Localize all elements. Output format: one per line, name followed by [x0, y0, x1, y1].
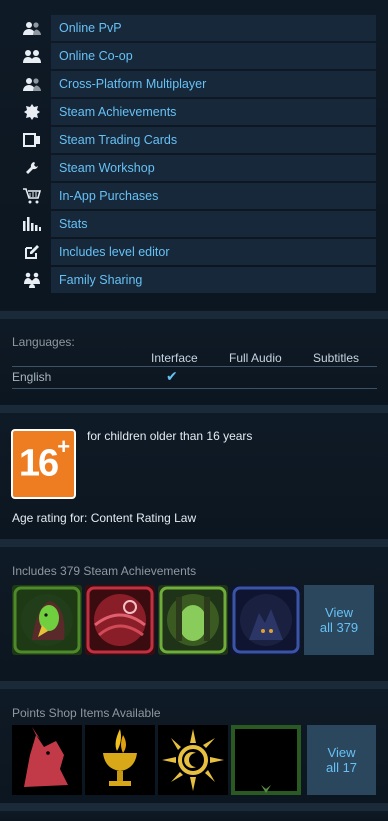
divider — [12, 388, 377, 389]
view-label: View — [325, 605, 353, 620]
feature-label: Includes level editor — [51, 239, 376, 265]
feature-cross-platform[interactable]: Cross-Platform Multiplayer — [13, 71, 376, 97]
feature-label: Cross-Platform Multiplayer — [51, 71, 376, 97]
column-subtitles: Subtitles — [313, 351, 360, 365]
feature-trading-cards[interactable]: Steam Trading Cards — [13, 127, 376, 153]
points-shop-title: Points Shop Items Available — [12, 706, 161, 720]
users-icon — [13, 15, 50, 41]
family-icon — [13, 267, 50, 293]
languages-title: Languages: — [12, 335, 75, 349]
points-item-frame[interactable] — [231, 725, 301, 795]
feature-level-editor[interactable]: Includes level editor — [13, 239, 376, 265]
section-divider — [0, 311, 388, 319]
rating-number: 16 — [18, 442, 59, 485]
rating-description: for children older than 16 years — [87, 429, 253, 443]
feature-online-pvp[interactable]: Online PvP — [13, 15, 376, 41]
column-full-audio: Full Audio — [229, 351, 282, 365]
achievement-icon[interactable] — [158, 585, 228, 655]
points-item-chalice[interactable] — [85, 725, 155, 795]
achievement-icon[interactable] — [231, 585, 301, 655]
view-label: View — [327, 745, 356, 760]
view-all-points-items-button[interactable]: View all 17 — [307, 725, 376, 795]
section-divider — [0, 803, 388, 811]
feature-label: Online PvP — [51, 15, 376, 41]
section-divider — [0, 681, 388, 689]
feature-label: Steam Workshop — [51, 155, 376, 181]
section-divider — [0, 539, 388, 547]
feature-in-app-purchases[interactable]: In-App Purchases — [13, 183, 376, 209]
footer-panel — [0, 811, 388, 821]
feature-label: Online Co-op — [51, 43, 376, 69]
feature-label: Steam Trading Cards — [51, 127, 376, 153]
check-icon: ✔ — [166, 368, 178, 384]
stats-icon — [13, 211, 50, 237]
feature-online-coop[interactable]: Online Co-op — [13, 43, 376, 69]
rating-law: Age rating for: Content Rating Law — [12, 511, 197, 525]
feature-label: Family Sharing — [51, 267, 376, 293]
achievements-title: Includes 379 Steam Achievements — [12, 564, 197, 578]
age-rating-badge: 16+ — [11, 429, 76, 499]
feature-label: Stats — [51, 211, 376, 237]
feature-stats[interactable]: Stats — [13, 211, 376, 237]
language-name: English — [12, 370, 52, 384]
divider — [12, 366, 377, 367]
achievement-icon[interactable] — [12, 585, 82, 655]
view-all-achievements-button[interactable]: View all 379 — [304, 585, 374, 655]
feature-label: Steam Achievements — [51, 99, 376, 125]
section-divider — [0, 405, 388, 413]
achievement-icon — [13, 99, 50, 125]
cards-icon — [13, 127, 50, 153]
view-count: all 17 — [325, 760, 358, 775]
feature-steam-achievements[interactable]: Steam Achievements — [13, 99, 376, 125]
feature-label: In-App Purchases — [51, 183, 376, 209]
users-icon — [13, 71, 50, 97]
points-item-wolf[interactable] — [12, 725, 82, 795]
achievement-icon[interactable] — [85, 585, 155, 655]
points-item-sun[interactable] — [158, 725, 228, 795]
column-interface: Interface — [151, 351, 198, 365]
editor-icon — [13, 239, 50, 265]
cart-icon — [13, 183, 50, 209]
wrench-icon — [13, 155, 50, 181]
rating-plus: + — [57, 434, 70, 460]
feature-family-sharing[interactable]: Family Sharing — [13, 267, 376, 293]
feature-workshop[interactable]: Steam Workshop — [13, 155, 376, 181]
view-count: all 379 — [319, 620, 359, 635]
coop-icon — [13, 43, 50, 69]
